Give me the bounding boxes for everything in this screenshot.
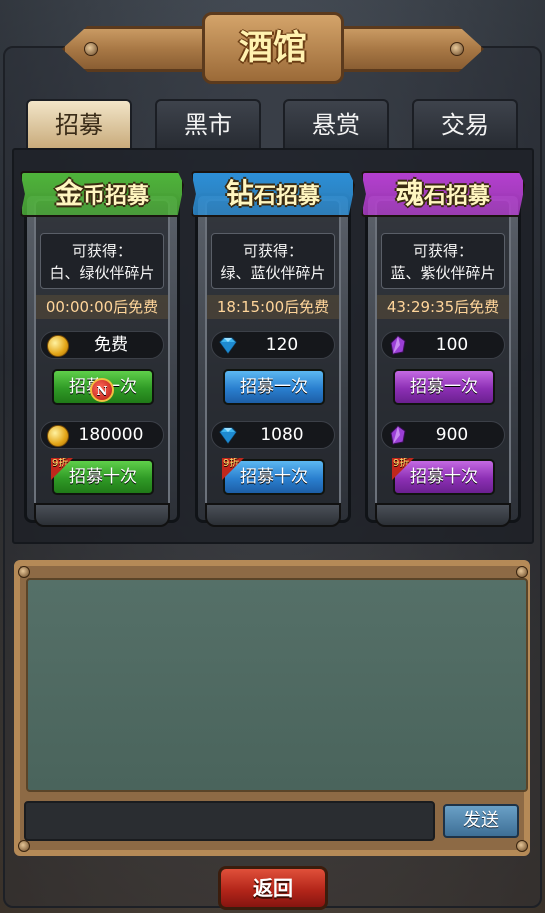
recruit-ten-button[interactable]: 9折 招募十次 (51, 458, 154, 495)
chat-messages (26, 578, 528, 792)
gold-coin-icon (47, 425, 69, 447)
chat-input[interactable] (24, 801, 435, 841)
rivet-icon (516, 566, 528, 578)
ten-cost: 900 (381, 421, 505, 449)
send-button[interactable]: 发送 (443, 804, 519, 838)
single-cost: 120 (211, 331, 335, 359)
tab-trade[interactable]: 交易 (412, 99, 518, 149)
nail-icon (84, 42, 98, 56)
recruit-card: 魂石招募可获得： 蓝、紫伙伴碎片 43:29:35后免费 100 招募一次 900 9折 招募… (361, 163, 525, 533)
reward-info: 可获得： 白、绿伙伴碎片 (40, 233, 164, 289)
recruit-once-button[interactable]: 招募一次 (223, 369, 325, 405)
card-title: 钻石招募 (225, 177, 321, 210)
soul-stone-icon (390, 425, 406, 445)
recruit-once-button[interactable]: 招募一次N (52, 369, 154, 405)
back-button[interactable]: 返回 (218, 866, 328, 910)
ten-cost: 180000 (40, 421, 164, 449)
free-timer: 43:29:35后免费 (377, 295, 509, 319)
rivet-icon (516, 840, 528, 852)
single-cost: 免费 (40, 331, 164, 359)
recruit-ten-button[interactable]: 9折 招募十次 (222, 458, 325, 495)
card-title: 魂石招募 (395, 177, 491, 210)
free-timer: 00:00:00后免费 (36, 295, 168, 319)
card-title: 金币招募 (54, 177, 150, 210)
page-title: 酒馆 (239, 28, 307, 68)
recruit-once-button[interactable]: 招募一次 (393, 369, 495, 405)
reward-info: 可获得： 绿、蓝伙伴碎片 (211, 233, 335, 289)
rivet-icon (18, 566, 30, 578)
rivet-icon (18, 840, 30, 852)
soul-stone-icon (390, 335, 406, 355)
diamond-icon (219, 427, 237, 444)
gold-coin-icon (47, 335, 69, 357)
diamond-icon (219, 337, 237, 354)
ten-cost: 1080 (211, 421, 335, 449)
reward-info: 可获得： 蓝、紫伙伴碎片 (381, 233, 505, 289)
new-badge: N (90, 378, 114, 402)
title-banner: 酒馆 (62, 12, 484, 84)
recruit-card: 钻石招募可获得： 绿、蓝伙伴碎片 18:15:00后免费 120 招募一次 1080 9折招… (191, 163, 355, 533)
recruit-card: 金币招募可获得：白、绿伙伴碎片 00:00:00后免费免费招募一次N 180000 9… (20, 163, 184, 533)
free-timer: 18:15:00后免费 (207, 295, 339, 319)
nail-icon (450, 42, 464, 56)
tab-black-market[interactable]: 黑市 (155, 99, 261, 149)
single-cost: 100 (381, 331, 505, 359)
tab-recruit[interactable]: 招募 (26, 99, 132, 149)
recruit-ten-button[interactable]: 9折 招募十次 (392, 458, 495, 495)
tab-bounty[interactable]: 悬赏 (283, 99, 389, 149)
